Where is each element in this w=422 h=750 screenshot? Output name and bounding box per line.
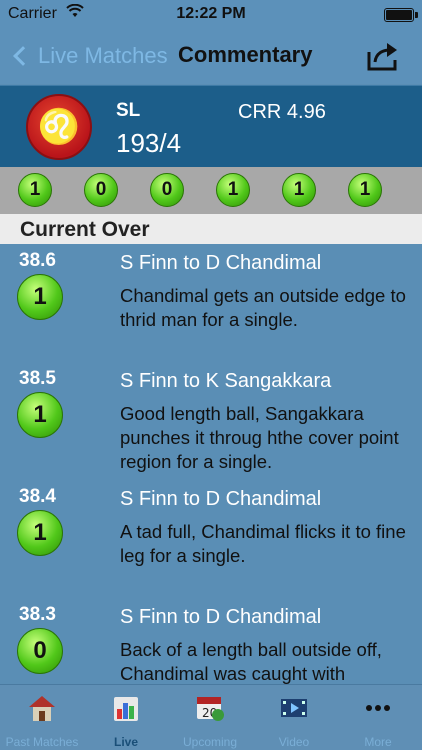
chevron-left-icon [13, 46, 33, 66]
runs-ball: 1 [17, 274, 63, 320]
ball-result: 1 [216, 173, 250, 207]
ball-result: 1 [18, 173, 52, 207]
commentary-text: A tad full, Chandimal flicks it to fine … [120, 521, 406, 566]
tab-past-matches[interactable]: Past Matches [0, 685, 84, 750]
calendar-icon: 20 [195, 693, 225, 723]
over-number: 38.4 [19, 486, 56, 507]
over-number: 38.3 [19, 604, 56, 625]
commentary-header: S Finn to D Chandimal [120, 252, 322, 274]
more-dots-icon [363, 693, 393, 723]
score-header: ♌ SL 193/4 CRR 4.96 [0, 85, 422, 167]
sri-lanka-flag-icon: ♌ [26, 94, 92, 160]
status-bar: Carrier 12:22 PM [0, 0, 422, 28]
tab-label: Past Matches [5, 735, 79, 749]
current-run-rate: CRR 4.96 [238, 101, 326, 123]
ball-result: 0 [84, 173, 118, 207]
team-name: SL [116, 100, 141, 121]
page-title: Commentary [178, 42, 313, 67]
commentary-header: S Finn to K Sangakkara [120, 370, 332, 392]
tab-live[interactable]: Live [84, 685, 168, 750]
commentary-text: Back of a length ball outside off, Chand… [120, 639, 382, 684]
tab-label: Upcoming [182, 735, 238, 749]
over-summary-strip: 1 0 0 1 1 1 [0, 167, 422, 214]
over-number: 38.6 [19, 250, 56, 271]
section-header: Current Over [0, 214, 422, 244]
tab-more[interactable]: More [336, 685, 420, 750]
tab-label: More [364, 735, 392, 749]
ball-result: 1 [282, 173, 316, 207]
commentary-text: Good length ball, Sangakkara punches it … [120, 403, 399, 472]
ball-result: 1 [348, 173, 382, 207]
commentary-list[interactable]: 38.6 1 S Finn to D Chandimal Chandimal g… [0, 244, 422, 684]
commentary-header: S Finn to D Chandimal [120, 606, 322, 628]
film-icon [279, 693, 309, 723]
commentary-text: Chandimal gets an outside edge to thrid … [120, 285, 406, 330]
tab-video[interactable]: Video [252, 685, 336, 750]
share-icon[interactable] [366, 40, 400, 72]
tab-upcoming[interactable]: 20 Upcoming [168, 685, 252, 750]
bar-chart-icon [111, 693, 141, 723]
tab-label: Video [278, 735, 310, 749]
tab-bar: Past Matches Live 20 Upcoming Video More [0, 684, 422, 750]
battery-icon [384, 8, 418, 22]
over-number: 38.5 [19, 368, 56, 389]
back-button[interactable]: Live Matches [10, 40, 168, 72]
back-button-label: Live Matches [38, 43, 168, 68]
runs-ball: 1 [17, 510, 63, 556]
house-icon [27, 693, 57, 723]
tab-label: Live [113, 735, 138, 749]
team-score: 193/4 [116, 128, 182, 158]
runs-ball: 0 [17, 628, 63, 674]
clock: 12:22 PM [176, 5, 246, 22]
commentary-header: S Finn to D Chandimal [120, 488, 322, 510]
runs-ball: 1 [17, 392, 63, 438]
navigation-bar: Live Matches Commentary [0, 28, 422, 84]
ball-result: 0 [150, 173, 184, 207]
